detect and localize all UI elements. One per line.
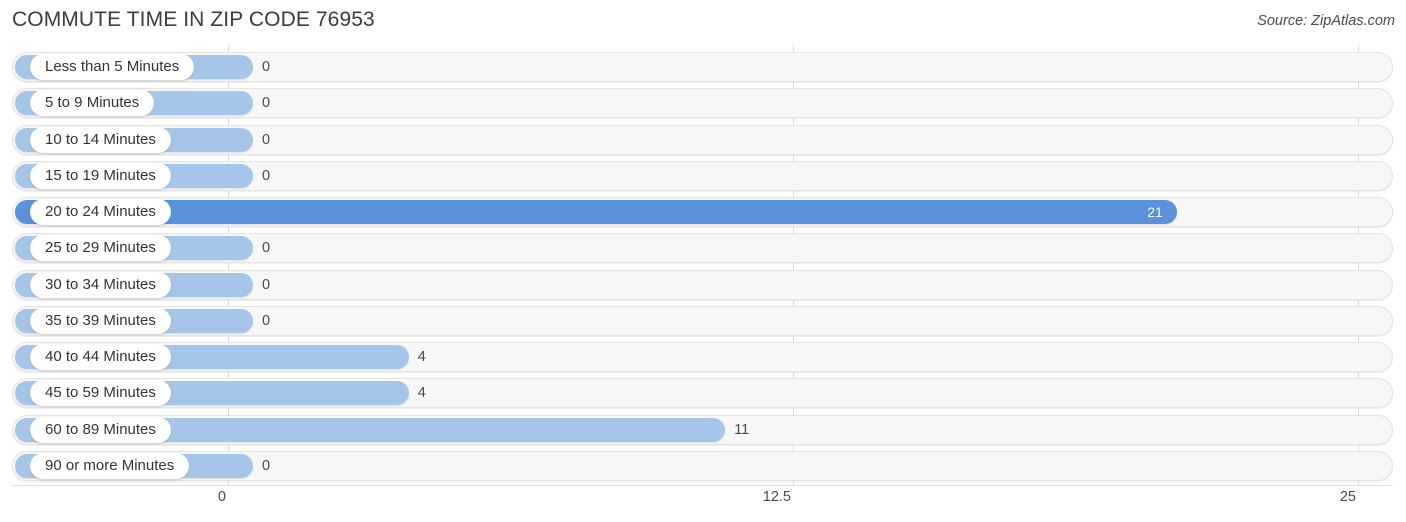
bar-value-label: 0: [262, 240, 271, 257]
bar-row[interactable]: 15 to 19 Minutes 0: [12, 160, 1393, 191]
x-axis: 0 12.5 25: [0, 485, 1406, 522]
bar-value-label: 0: [262, 276, 271, 293]
bar-value-label: 11: [734, 421, 750, 438]
bar-row[interactable]: 45 to 59 Minutes 4: [12, 378, 1393, 409]
bar-value-label: 4: [417, 349, 426, 365]
bar-value-label: 0: [262, 167, 271, 184]
bar-row[interactable]: 30 to 34 Minutes 0: [12, 269, 1393, 300]
bar-value-label: 0: [262, 457, 271, 474]
bar-row[interactable]: 5 to 9 Minutes 0: [12, 88, 1393, 119]
bar-category-label: Less than 5 Minutes: [30, 54, 195, 80]
x-axis-tick-label: 12.5: [762, 489, 791, 505]
bar-category-label: 40 to 44 Minutes: [30, 344, 171, 370]
bar-category-label: 60 to 89 Minutes: [30, 416, 171, 443]
bar-row[interactable]: 10 to 14 Minutes 0: [12, 124, 1393, 155]
bar-category-label: 35 to 39 Minutes: [30, 307, 171, 334]
bar-row[interactable]: 60 to 89 Minutes 11: [12, 414, 1393, 445]
bar-category-label: 45 to 59 Minutes: [30, 380, 171, 407]
bar-fill: [15, 200, 1178, 224]
bar-row[interactable]: 90 or more Minutes 0: [12, 450, 1393, 481]
bar-value-label: 21: [1147, 204, 1163, 220]
bar-row[interactable]: 40 to 44 Minutes 4: [12, 342, 1393, 372]
x-axis-tick-label: 0: [217, 489, 226, 505]
bar-category-label: 15 to 19 Minutes: [30, 162, 171, 189]
bar-value-label: 0: [262, 59, 271, 75]
bar-value-label: 4: [417, 385, 426, 402]
bar-value-label: 0: [262, 312, 271, 329]
bar-row[interactable]: Less than 5 Minutes 0: [12, 52, 1393, 82]
bar-row[interactable]: 35 to 39 Minutes 0: [12, 305, 1393, 336]
bar-category-label: 5 to 9 Minutes: [30, 90, 155, 117]
bar-category-label: 25 to 29 Minutes: [30, 235, 171, 262]
bar-category-label: 30 to 34 Minutes: [30, 271, 171, 298]
bar-row[interactable]: 25 to 29 Minutes 0: [12, 233, 1393, 264]
bar-value-label: 0: [262, 131, 271, 148]
source-attribution: Source: ZipAtlas.com: [1257, 13, 1395, 29]
bar-category-label: 20 to 24 Minutes: [30, 199, 171, 225]
bar-chart-plot-area: Less than 5 Minutes 0 5 to 9 Minutes 0 10 to…: [0, 45, 1406, 485]
page-title: COMMUTE TIME IN ZIP CODE 76953: [12, 8, 375, 31]
axis-line: [12, 485, 1393, 486]
chart-header: COMMUTE TIME IN ZIP CODE 76953 Source: Z…: [0, 0, 1406, 45]
bar-row[interactable]: 20 to 24 Minutes 21: [12, 197, 1393, 227]
bar-category-label: 10 to 14 Minutes: [30, 126, 171, 153]
x-axis-tick-label: 25: [1339, 489, 1356, 505]
bar-category-label: 90 or more Minutes: [30, 452, 190, 479]
bar-value-label: 0: [262, 95, 271, 112]
